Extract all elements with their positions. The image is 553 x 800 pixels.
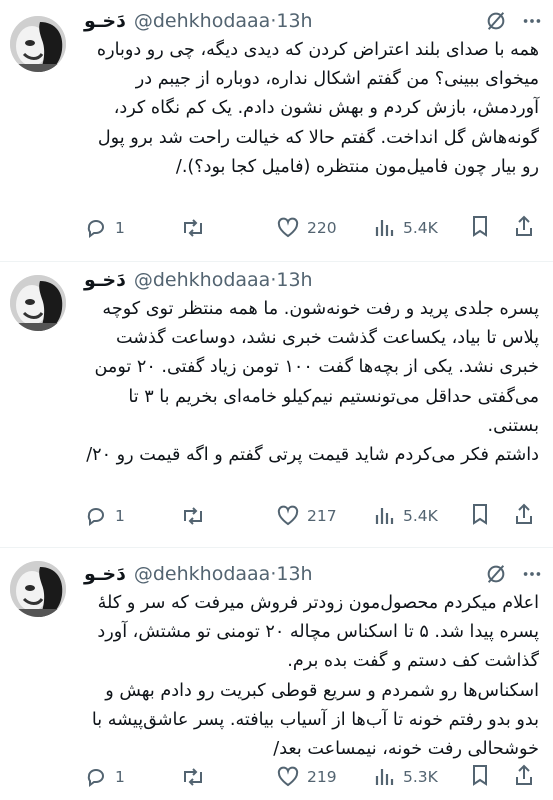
reply-icon — [87, 508, 104, 526]
like-icon — [277, 505, 299, 526]
views-count: 5.4K — [403, 219, 438, 237]
like-button[interactable]: 220 — [276, 216, 337, 240]
bookmark-icon[interactable] — [469, 763, 491, 791]
grok-icon[interactable] — [485, 563, 507, 585]
like-icon — [277, 217, 299, 238]
tweet-text: پسره جلدی پرید و رفت خونه‌شون. ما همه من… — [86, 299, 539, 466]
avatar-portrait-image — [10, 275, 66, 331]
display-name[interactable]: دَخـو — [84, 269, 126, 291]
avatar[interactable] — [10, 16, 66, 72]
tweet-header: دَخـو @dehkhodaaa · 13h — [84, 561, 543, 587]
like-icon — [277, 766, 299, 787]
reply-button[interactable]: 1 — [84, 504, 125, 528]
tweet-text: همه با صدای بلند اعتراض کردن که دیدی دیگ… — [91, 40, 539, 177]
tweet[interactable]: دَخـو @dehkhodaaa · 13h اعلام میکردم محص… — [0, 549, 553, 800]
tweet-actions: 1 219 5.3K — [84, 763, 543, 791]
reply-icon — [87, 220, 104, 238]
grok-icon[interactable] — [485, 10, 507, 32]
like-count: 220 — [307, 219, 337, 237]
timestamp[interactable]: 13h — [276, 10, 312, 32]
retweet-icon — [184, 507, 202, 525]
bookmark-icon[interactable] — [469, 502, 491, 530]
share-icon[interactable] — [513, 214, 535, 242]
tweet-actions: 1 217 5.4K — [84, 502, 543, 530]
tweet-header: دَخـو @dehkhodaaa · 13h — [84, 267, 543, 293]
tweet-actions: 1 220 5.4K — [84, 214, 543, 242]
avatar-portrait-image — [10, 16, 66, 72]
like-count: 217 — [307, 507, 337, 525]
views-button[interactable]: 5.3K — [374, 765, 438, 789]
display-name[interactable]: دَخـو — [84, 563, 126, 585]
reply-count: 1 — [115, 219, 125, 237]
avatar[interactable] — [10, 275, 66, 331]
retweet-button[interactable] — [180, 504, 213, 528]
handle[interactable]: @dehkhodaaa — [134, 269, 270, 291]
retweet-button[interactable] — [180, 216, 213, 240]
views-button[interactable]: 5.4K — [374, 216, 438, 240]
more-icon[interactable] — [521, 10, 543, 32]
reply-button[interactable]: 1 — [84, 765, 125, 789]
views-icon — [375, 220, 394, 236]
retweet-icon — [184, 219, 202, 237]
tweet[interactable]: دَخـو @dehkhodaaa · 13h پسره جلدی پرید و… — [0, 263, 553, 548]
reply-button[interactable]: 1 — [84, 216, 125, 240]
views-icon — [375, 769, 394, 785]
bookmark-icon[interactable] — [469, 214, 491, 242]
tweet[interactable]: دَخـو @dehkhodaaa · 13h همه با صدای بلند… — [0, 0, 553, 262]
views-count: 5.4K — [403, 507, 438, 525]
tweet-text: اعلام میکردم محصول‌مون زودتر فروش میرفت … — [91, 593, 539, 760]
like-button[interactable]: 219 — [276, 765, 337, 789]
avatar[interactable] — [10, 561, 66, 617]
retweet-icon — [184, 768, 202, 786]
share-icon[interactable] — [513, 763, 535, 791]
reply-count: 1 — [115, 507, 125, 525]
timestamp[interactable]: 13h — [276, 269, 312, 291]
like-count: 219 — [307, 768, 337, 786]
like-button[interactable]: 217 — [276, 504, 337, 528]
display-name[interactable]: دَخـو — [84, 10, 126, 32]
tweet-header: دَخـو @dehkhodaaa · 13h — [84, 8, 543, 34]
retweet-button[interactable] — [180, 765, 213, 789]
reply-icon — [87, 769, 104, 787]
views-icon — [375, 508, 394, 524]
reply-count: 1 — [115, 768, 125, 786]
handle[interactable]: @dehkhodaaa — [134, 10, 270, 32]
share-icon[interactable] — [513, 502, 535, 530]
views-count: 5.3K — [403, 768, 438, 786]
handle[interactable]: @dehkhodaaa — [134, 563, 270, 585]
avatar-portrait-image — [10, 561, 66, 617]
more-icon[interactable] — [521, 563, 543, 585]
views-button[interactable]: 5.4K — [374, 504, 438, 528]
timestamp[interactable]: 13h — [276, 563, 312, 585]
